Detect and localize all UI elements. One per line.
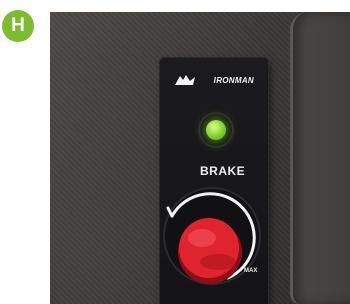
seat-cushion [290,12,350,304]
step-badge: H [2,10,34,42]
brand-logo: IRONMAN [174,70,254,92]
brake-label: BRAKE [200,164,246,178]
indicator-light-bezel [200,114,232,146]
brand-logo-text: IRONMAN [213,76,254,85]
brake-controller-photo: IRONMAN BRAKE MAX [50,12,350,304]
indicator-light [206,120,226,140]
dial-max-label: MAX [244,268,258,274]
logo-mark-icon [175,75,195,85]
